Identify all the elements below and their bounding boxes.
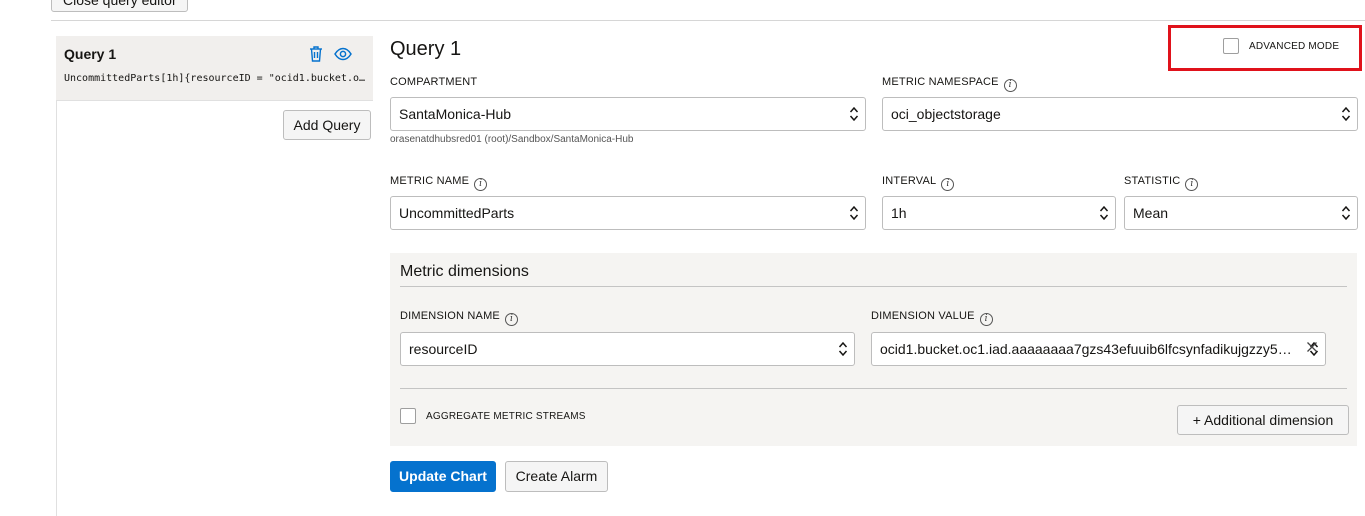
metric-name-label: METRIC NAME i — [390, 175, 488, 191]
metric-name-select[interactable]: UncommittedParts — [390, 196, 866, 230]
eye-icon[interactable] — [333, 44, 353, 64]
divider — [400, 286, 1347, 287]
dimension-name-select[interactable]: resourceID — [400, 332, 855, 366]
metric-namespace-value: oci_objectstorage — [891, 106, 1001, 122]
aggregate-streams-label: AGGREGATE METRIC STREAMS — [426, 411, 586, 422]
statistic-select[interactable]: Mean — [1124, 196, 1358, 230]
metric-name-value: UncommittedParts — [399, 205, 515, 221]
update-chart-button[interactable]: Update Chart — [390, 461, 496, 492]
advanced-mode-checkbox[interactable] — [1223, 38, 1239, 54]
dimension-value-value: ocid1.bucket.oc1.iad.aaaaaaaa7gzs43efuui… — [880, 341, 1295, 357]
advanced-mode-label: ADVANCED MODE — [1249, 41, 1340, 52]
info-icon[interactable]: i — [941, 178, 955, 191]
metric-dimensions-panel: Metric dimensions DIMENSION NAME i resour… — [390, 253, 1357, 446]
compartment-value: SantaMonica-Hub — [399, 106, 512, 122]
dimension-name-value: resourceID — [409, 341, 478, 357]
close-icon[interactable] — [1306, 341, 1318, 353]
interval-label: INTERVAL i — [882, 175, 955, 191]
dimension-value-select[interactable]: ocid1.bucket.oc1.iad.aaaaaaaa7gzs43efuui… — [871, 332, 1326, 366]
dimension-name-label: DIMENSION NAME i — [400, 310, 518, 326]
compartment-select[interactable]: SantaMonica-Hub — [390, 97, 866, 131]
info-icon[interactable]: i — [1003, 79, 1017, 92]
statistic-value: Mean — [1133, 205, 1169, 221]
trash-icon[interactable] — [306, 44, 326, 64]
info-icon[interactable]: i — [474, 178, 488, 191]
query-list-divider — [56, 100, 373, 101]
chevron-updown-icon — [838, 341, 848, 357]
info-icon[interactable]: i — [504, 313, 518, 326]
metric-namespace-label: METRIC NAMESPACE i — [882, 76, 1017, 92]
compartment-path: orasenatdhubsred01 (root)/Sandbox/SantaM… — [390, 134, 634, 145]
chevron-updown-icon — [1341, 106, 1351, 122]
query-title: Query 1 — [390, 38, 462, 60]
create-alarm-button[interactable]: Create Alarm — [505, 461, 608, 492]
statistic-label: STATISTIC i — [1124, 175, 1199, 191]
query-list-border — [56, 100, 57, 516]
add-query-button[interactable]: Add Query — [283, 110, 371, 140]
dimension-value-label: DIMENSION VALUE i — [871, 310, 993, 326]
chevron-updown-icon — [849, 205, 859, 221]
aggregate-streams-checkbox[interactable] — [400, 408, 416, 424]
query-list-item[interactable]: Query 1 UncommittedParts[1h]{resourceID … — [56, 36, 373, 100]
info-icon[interactable]: i — [979, 313, 993, 326]
close-query-editor-button[interactable]: Close query editor — [51, 0, 188, 12]
metric-namespace-select[interactable]: oci_objectstorage — [882, 97, 1358, 131]
top-divider — [51, 20, 1365, 21]
info-icon[interactable]: i — [1185, 178, 1199, 191]
compartment-label: COMPARTMENT — [390, 76, 478, 88]
query-item-title: Query 1 — [64, 46, 117, 62]
additional-dimension-button[interactable]: + Additional dimension — [1177, 405, 1349, 435]
divider — [400, 388, 1347, 389]
query-expression: UncommittedParts[1h]{resourceID = "ocid1… — [64, 73, 367, 84]
chevron-updown-icon — [849, 106, 859, 122]
interval-select[interactable]: 1h — [882, 196, 1116, 230]
metric-dimensions-title: Metric dimensions — [400, 263, 529, 280]
chevron-updown-icon — [1099, 205, 1109, 221]
chevron-updown-icon — [1341, 205, 1351, 221]
interval-value: 1h — [891, 205, 907, 221]
